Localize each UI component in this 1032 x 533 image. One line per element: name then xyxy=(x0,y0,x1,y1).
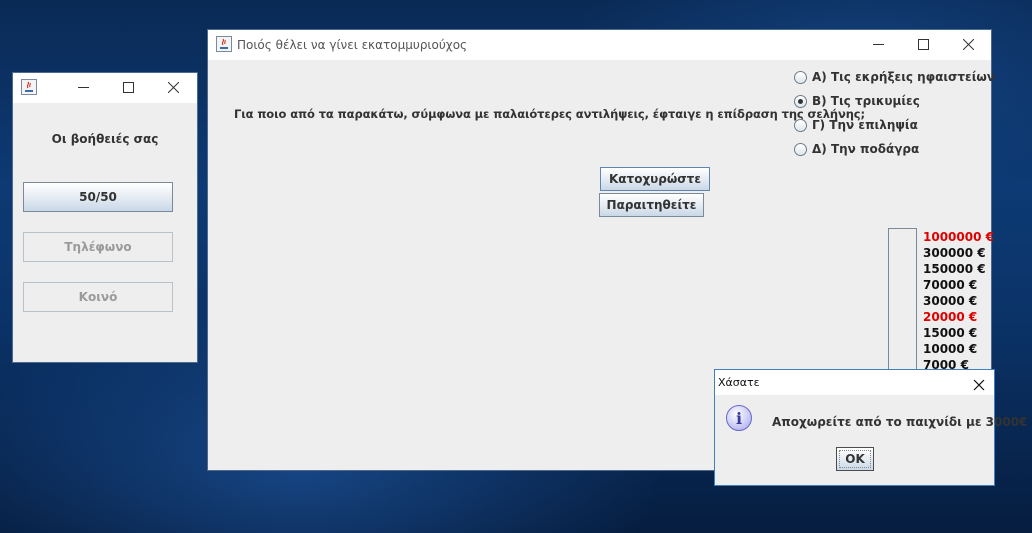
minimize-icon[interactable] xyxy=(856,30,901,60)
lifelines-window: Οι βοήθειές σας 50/50 Τηλέφωνο Κοινό xyxy=(12,72,198,363)
ok-button[interactable]: OK xyxy=(836,447,874,471)
dialog-titlebar[interactable]: Χάσατε xyxy=(715,370,994,395)
answer-label: Α) Τις εκρήξεις ηφαιστείων xyxy=(812,70,995,84)
radio-button[interactable] xyxy=(794,119,807,132)
minimize-icon[interactable] xyxy=(61,73,106,103)
close-icon[interactable] xyxy=(973,376,985,391)
maximize-icon[interactable] xyxy=(106,73,151,103)
answer-label: Β) Τις τρικυμίες xyxy=(812,94,920,108)
prize-level: 300000 € xyxy=(923,246,986,260)
answer-label: Δ) Την ποδάγρα xyxy=(812,142,920,156)
quit-button[interactable]: Παραιτηθείτε xyxy=(599,193,704,217)
radio-button[interactable] xyxy=(794,143,807,156)
close-icon[interactable] xyxy=(151,73,196,103)
radio-button-selected[interactable] xyxy=(794,95,807,108)
prize-level: 20000 € xyxy=(923,310,978,324)
submit-answer-button[interactable]: Κατοχυρώστε xyxy=(600,167,710,191)
main-window-title: Ποιός θέλει να γίνει εκατομμυριούχος xyxy=(237,38,468,52)
prize-level: 10000 € xyxy=(923,342,978,356)
close-icon[interactable] xyxy=(946,30,991,60)
svg-text:i: i xyxy=(736,409,742,428)
answer-label: Γ) Την επιληψία xyxy=(812,118,918,132)
question-text: Για ποιο από τα παρακάτω, σύμφωνα με παλ… xyxy=(234,107,866,121)
prize-level: 30000 € xyxy=(923,294,978,308)
dialog-message: Αποχωρείτε από το παιχνίδι με 3000€ xyxy=(772,415,1028,429)
progress-bar xyxy=(888,228,917,378)
message-dialog: Χάσατε i Αποχωρείτε από το παιχνίδι με 3… xyxy=(714,369,1027,486)
prize-level: 15000 € xyxy=(923,326,978,340)
maximize-icon[interactable] xyxy=(901,30,946,60)
prize-level: 70000 € xyxy=(923,278,978,292)
java-app-icon xyxy=(21,79,37,95)
phone-button[interactable]: Τηλέφωνο xyxy=(23,232,173,262)
lifelines-titlebar[interactable] xyxy=(13,73,197,103)
prize-level: 1000000 € xyxy=(923,230,994,244)
dialog-title: Χάσατε xyxy=(718,376,760,389)
radio-button[interactable] xyxy=(794,71,807,84)
lifelines-heading: Οι βοήθειές σας xyxy=(51,132,159,146)
fifty-fifty-button[interactable]: 50/50 xyxy=(23,182,173,212)
main-titlebar[interactable]: Ποιός θέλει να γίνει εκατομμυριούχος xyxy=(208,30,991,60)
audience-button[interactable]: Κοινό xyxy=(23,282,173,312)
info-icon: i xyxy=(726,405,752,431)
prize-level: 150000 € xyxy=(923,262,986,276)
java-app-icon xyxy=(216,36,232,52)
